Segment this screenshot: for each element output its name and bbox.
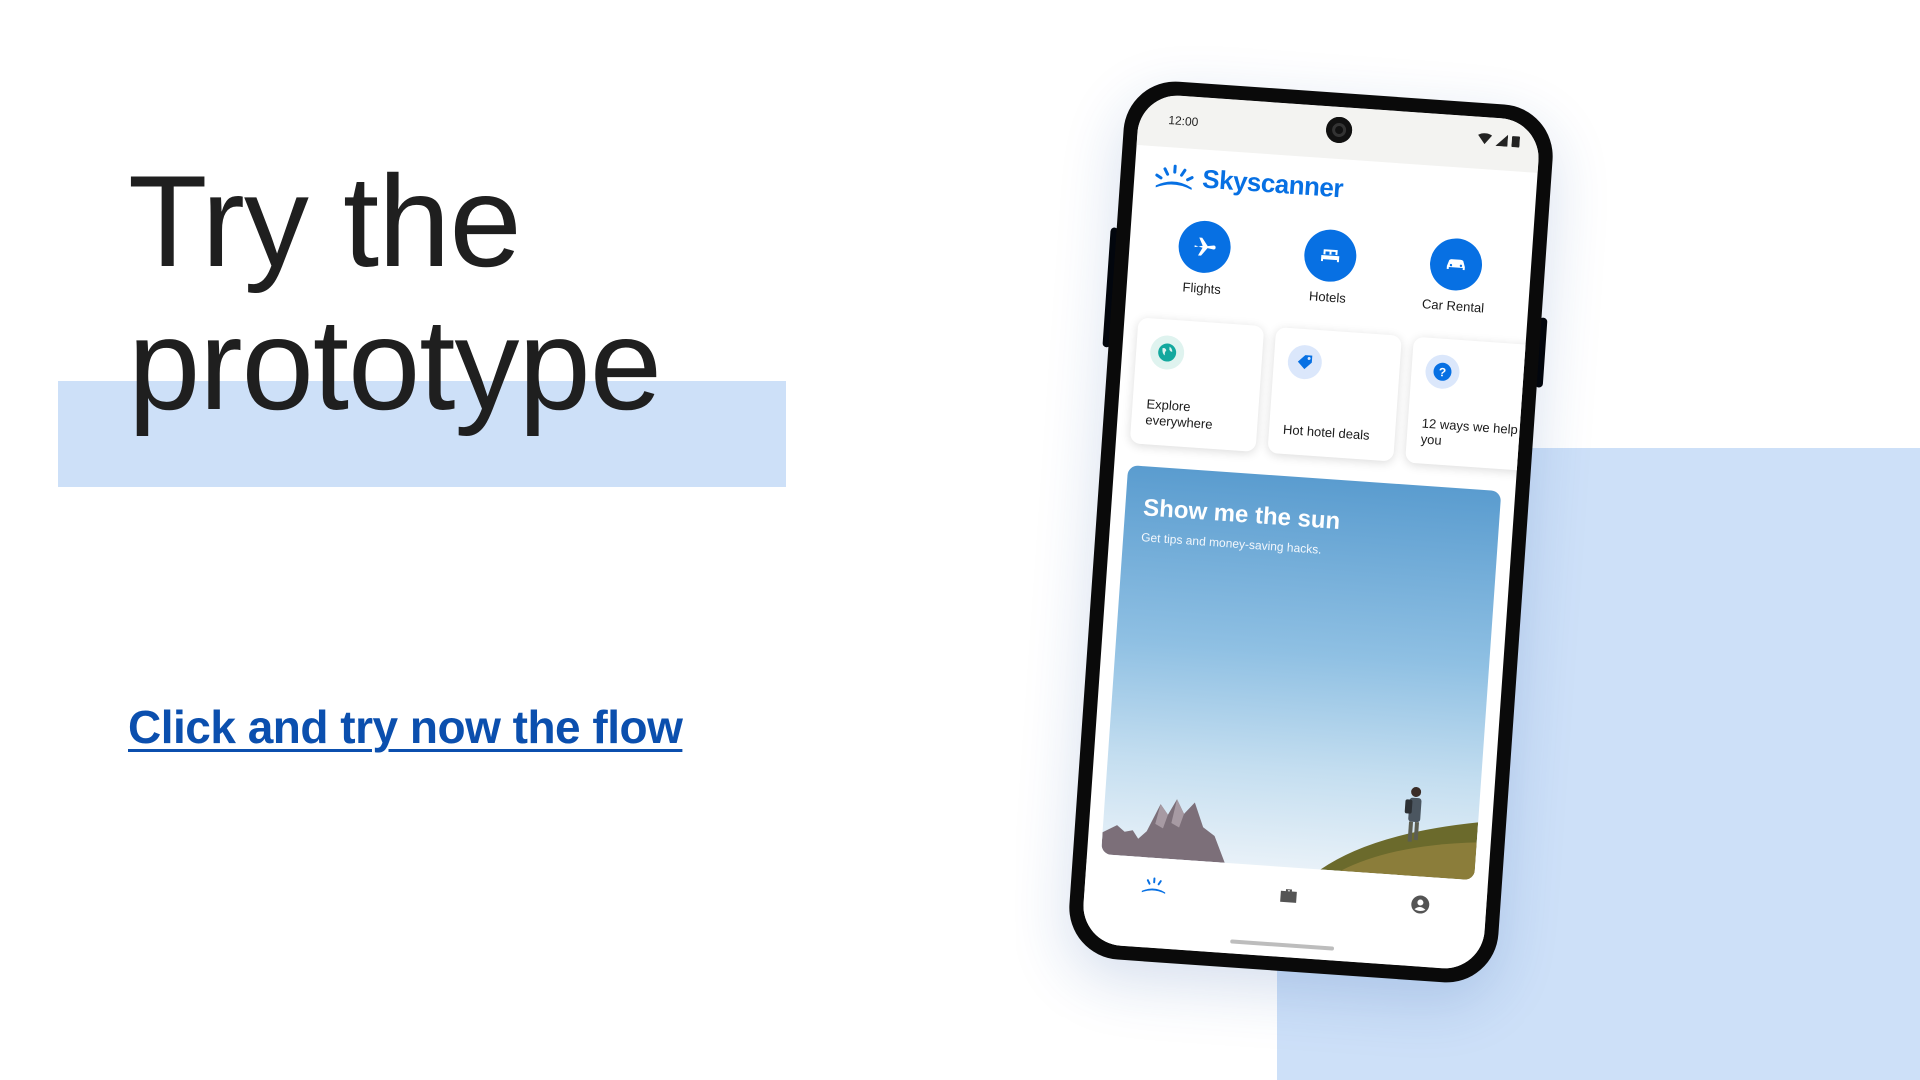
tag-icon	[1297, 355, 1313, 370]
signal-icon	[1495, 134, 1509, 147]
promo-landscape	[1101, 786, 1479, 881]
nav-profile-icon[interactable]	[1410, 894, 1431, 915]
question-icon: ?	[1433, 362, 1452, 381]
nav-trips-briefcase-icon[interactable]	[1278, 885, 1299, 906]
try-flow-link[interactable]: Click and try now the flow	[128, 700, 683, 754]
page-title-line-1: Try the	[128, 148, 522, 294]
card-ways-we-help[interactable]: ? 12 ways we help you	[1405, 336, 1540, 472]
wifi-icon	[1478, 133, 1493, 145]
promo-subtitle: Get tips and money-saving hacks.	[1140, 530, 1323, 557]
battery-icon	[1511, 136, 1521, 148]
status-icons	[1477, 133, 1521, 148]
card-label: Hot hotel deals	[1282, 421, 1371, 443]
gesture-bar	[1230, 939, 1335, 951]
promo-banner[interactable]: Show me the sun Get tips and money-savin…	[1101, 465, 1502, 881]
category-car-rental[interactable]: Car Rental	[1398, 235, 1513, 317]
promo-title: Show me the sun	[1142, 494, 1342, 535]
status-time: 12:00	[1167, 113, 1199, 130]
car-icon	[1446, 259, 1465, 271]
category-hotels[interactable]: Hotels	[1272, 226, 1387, 308]
card-explore[interactable]: Explore everywhere	[1129, 317, 1265, 452]
page-title: Try the prototype	[128, 148, 662, 437]
category-label: Flights	[1182, 279, 1222, 298]
phone-mockup: 12:00 Skyscanner Flights Hotels Car Rent…	[1065, 78, 1557, 986]
category-flights[interactable]: Flights	[1146, 217, 1261, 299]
card-hotel-deals[interactable]: Hot hotel deals	[1267, 327, 1402, 462]
feature-cards: Explore everywhere Hot hotel deals ? 12 …	[1116, 291, 1540, 472]
bed-icon	[1320, 249, 1340, 263]
page-title-line-2: prototype	[128, 291, 662, 437]
card-label: 12 ways we help you	[1420, 415, 1519, 448]
phone-screen: 12:00 Skyscanner Flights Hotels Car Rent…	[1080, 93, 1542, 971]
globe-icon	[1158, 343, 1177, 362]
sunrise-icon	[1155, 164, 1194, 190]
plane-icon	[1194, 237, 1216, 256]
category-label: Hotels	[1308, 288, 1347, 306]
camera-icon	[1325, 116, 1353, 144]
svg-text:?: ?	[1438, 365, 1446, 379]
card-label: Explore everywhere	[1144, 396, 1213, 432]
nav-home-sunrise-icon[interactable]	[1140, 875, 1167, 897]
phone-frame: 12:00 Skyscanner Flights Hotels Car Rent…	[1065, 78, 1557, 986]
